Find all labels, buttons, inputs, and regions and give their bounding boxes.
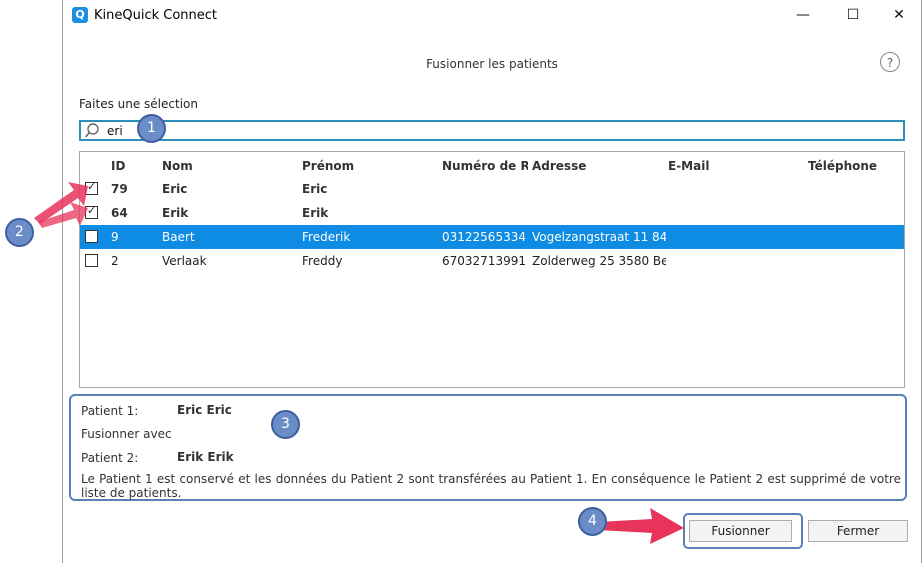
merge-info-panel: Patient 1: Eric Eric Fusionner avec Pati…	[69, 394, 907, 501]
kinequick-app-icon: Q	[72, 7, 88, 23]
search-input[interactable]: eri	[79, 120, 905, 141]
row-nom: Erik	[162, 206, 189, 220]
row-address: Vogelzangstraat 11 8490	[532, 230, 666, 244]
maximize-button[interactable]: ☐	[830, 0, 876, 31]
row-nom: Baert	[162, 230, 195, 244]
row-registry: 67032713991	[442, 254, 526, 268]
column-header-phone[interactable]: Téléphone	[808, 159, 898, 173]
dialog-heading: Fusionner les patients	[426, 57, 558, 71]
row-address: Zolderweg 25 3580 Berin	[532, 254, 666, 268]
row-id: 64	[111, 206, 128, 220]
patient1-value: Eric Eric	[177, 403, 232, 417]
row-nom: Eric	[162, 182, 188, 196]
search-icon	[84, 123, 99, 138]
row-nom: Verlaak	[162, 254, 207, 268]
merge-description: Le Patient 1 est conservé et les données…	[81, 472, 901, 500]
row-registry: 03122565334	[442, 230, 526, 244]
row-prenom: Freddy	[302, 254, 343, 268]
selection-label: Faites une sélection	[79, 97, 198, 111]
patients-table: ID Nom Prénom Numéro de Reg Adresse E-Ma…	[79, 151, 905, 388]
table-row[interactable]: ✓ 79 Eric Eric	[80, 177, 904, 201]
title-bar[interactable]: Q KineQuick Connect — ☐ ✕	[63, 0, 921, 31]
table-row-selected[interactable]: 9 Baert Frederik 03122565334 Vogelzangst…	[80, 225, 904, 249]
merge-with-label: Fusionner avec	[81, 427, 172, 441]
window-title: KineQuick Connect	[94, 8, 218, 23]
row-id: 2	[111, 254, 119, 268]
row-id: 9	[111, 230, 119, 244]
annotation-arrow-2	[34, 182, 88, 228]
help-icon[interactable]: ?	[880, 52, 900, 72]
column-header-prenom[interactable]: Prénom	[302, 159, 432, 173]
row-checkbox[interactable]	[85, 230, 98, 243]
close-button[interactable]: Fermer	[808, 520, 908, 542]
column-header-nom[interactable]: Nom	[162, 159, 292, 173]
table-row[interactable]: ✓ 64 Erik Erik	[80, 201, 904, 225]
column-header-id[interactable]: ID	[111, 159, 151, 173]
dialog-window: Q KineQuick Connect — ☐ ✕ Fusionner les …	[62, 0, 922, 563]
column-header-email[interactable]: E-Mail	[668, 159, 798, 173]
patient1-label: Patient 1:	[81, 404, 139, 418]
table-row[interactable]: 2 Verlaak Freddy 67032713991 Zolderweg 2…	[80, 249, 904, 273]
close-window-button[interactable]: ✕	[876, 0, 922, 31]
search-value: eri	[107, 124, 123, 138]
merge-button[interactable]: Fusionner	[689, 520, 792, 542]
column-header-registry[interactable]: Numéro de Reg	[442, 159, 528, 173]
row-prenom: Eric	[302, 182, 328, 196]
annotation-marker-3: 3	[271, 410, 300, 439]
column-header-address[interactable]: Adresse	[532, 159, 666, 173]
row-checkbox[interactable]	[85, 254, 98, 267]
row-id: 79	[111, 182, 128, 196]
row-prenom: Erik	[302, 206, 329, 220]
annotation-marker-2: 2	[5, 218, 34, 247]
table-header: ID Nom Prénom Numéro de Reg Adresse E-Ma…	[80, 154, 904, 178]
row-prenom: Frederik	[302, 230, 351, 244]
patient2-label: Patient 2:	[81, 451, 139, 465]
annotation-marker-4: 4	[578, 507, 607, 536]
patient2-value: Erik Erik	[177, 450, 234, 464]
annotation-arrow-4	[598, 508, 684, 544]
annotation-marker-1: 1	[137, 114, 166, 143]
minimize-button[interactable]: —	[780, 0, 826, 31]
